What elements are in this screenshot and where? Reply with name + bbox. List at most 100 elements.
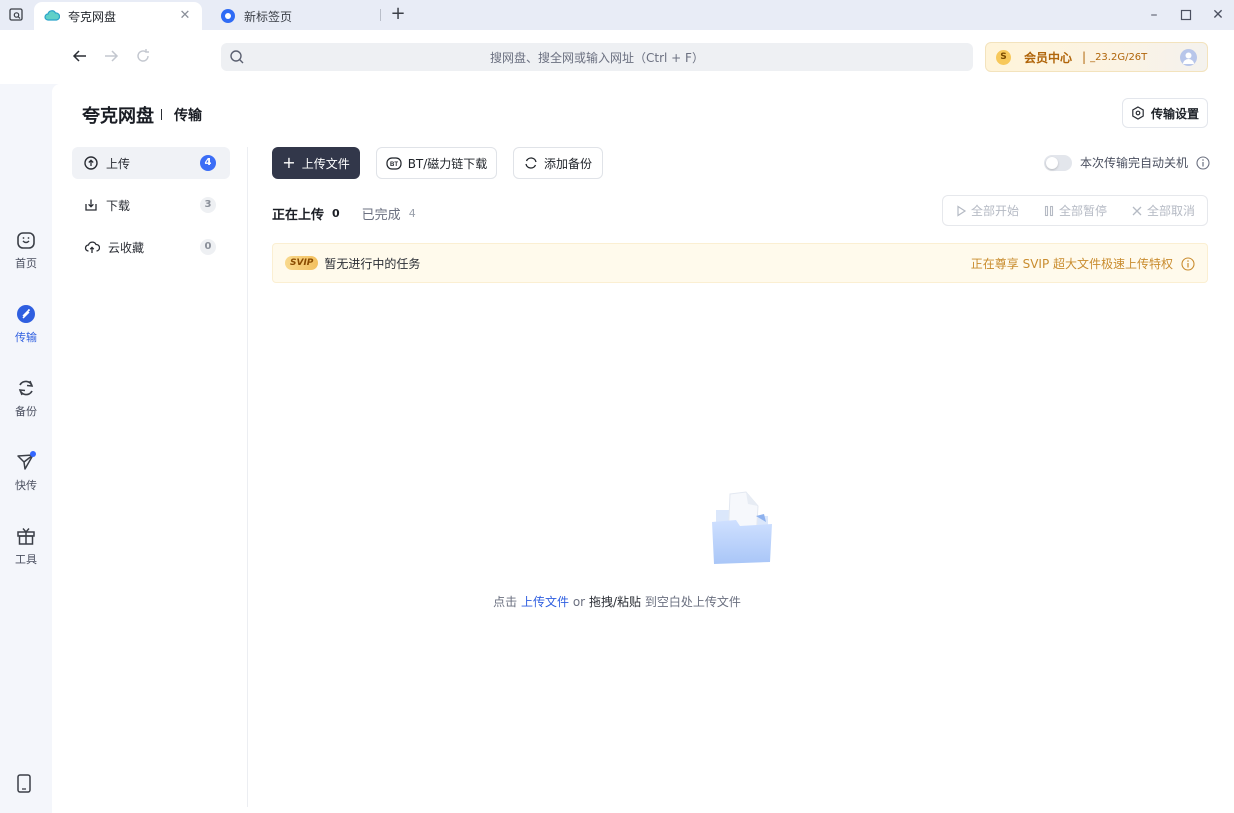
tab-separator xyxy=(380,9,381,21)
subnav-item-cloud-collect[interactable]: 云收藏 0 xyxy=(72,231,230,263)
tab-new-tab[interactable]: 新标签页 xyxy=(210,2,378,30)
start-all-label: 全部开始 xyxy=(970,204,1019,218)
cloud-logo-icon xyxy=(44,10,60,21)
tab-title: 夸克网盘 xyxy=(68,9,117,24)
quark-logo-icon xyxy=(221,9,235,23)
svip-privilege-text: 正在尊享 SVIP 超大文件极速上传特权 xyxy=(970,257,1173,271)
info-icon[interactable] xyxy=(1196,155,1210,170)
tab-search-icon xyxy=(9,8,23,21)
gift-box-icon xyxy=(17,528,35,545)
subnav-label: 上传 xyxy=(106,156,131,171)
subnav-label: 下载 xyxy=(106,198,131,213)
cloud-collect-count-badge: 0 xyxy=(200,239,216,255)
bulk-actions: 全部开始 全部暂停 全部取消 xyxy=(942,195,1208,226)
rail-item-home[interactable]: 首页 xyxy=(0,230,52,280)
auto-shutdown-label: 本次传输完自动关机 xyxy=(1080,156,1189,170)
svip-badge: SVIP xyxy=(285,256,319,270)
transfer-status-tabs: 正在上传 0 已完成 4 xyxy=(272,204,416,223)
auto-shutdown-toggle[interactable] xyxy=(1044,154,1072,171)
close-tab-icon[interactable]: ✕ xyxy=(178,9,192,23)
storage-usage: _23.2G/26T xyxy=(1090,51,1148,63)
arrow-left-icon xyxy=(72,50,86,62)
tab-title: 新标签页 xyxy=(244,9,293,24)
cancel-all-button[interactable]: 全部取消 xyxy=(1131,202,1195,219)
cancel-all-label: 全部取消 xyxy=(1146,204,1195,218)
svip-banner: SVIP 暂无进行中的任务 正在尊享 SVIP 超大文件极速上传特权 xyxy=(272,243,1208,283)
tab-count: 4 xyxy=(408,207,416,220)
plus-icon: + xyxy=(282,153,296,172)
address-bar[interactable]: 搜网盘、搜全网或输入网址（Ctrl + F） xyxy=(221,43,973,71)
hint-prefix: 点击 xyxy=(493,595,518,609)
subnav-label: 云收藏 xyxy=(108,240,145,255)
back-button[interactable] xyxy=(70,46,90,66)
pause-all-button[interactable]: 全部暂停 xyxy=(1043,202,1107,219)
upload-circle-icon xyxy=(84,156,98,170)
main-panel: 夸克网盘 传输 传输设置 上传 4 下载 3 云收藏 0 + 上传文件 BT B… xyxy=(52,84,1234,813)
transfer-settings-label: 传输设置 xyxy=(1150,106,1199,121)
hint-suffix: 到空白处上传文件 xyxy=(644,595,741,609)
vip-coin-icon: S xyxy=(996,50,1011,65)
transfer-icon xyxy=(17,305,35,323)
rail-item-transfer[interactable]: 传输 xyxy=(0,304,52,354)
left-rail: 首页 传输 备份 快传 工具 xyxy=(0,84,52,813)
hint-or: or xyxy=(572,595,586,609)
smile-face-icon xyxy=(17,232,35,249)
transfer-subnav: 上传 4 下载 3 云收藏 0 xyxy=(72,147,230,273)
start-all-button[interactable]: 全部开始 xyxy=(955,202,1019,219)
play-icon xyxy=(957,204,967,217)
empty-state-hint: 点击 上传文件 or 拖拽/粘贴 到空白处上传文件 xyxy=(0,593,1234,610)
bt-magnet-download-button[interactable]: BT BT/磁力链下载 xyxy=(376,147,497,179)
upload-file-button[interactable]: + 上传文件 xyxy=(272,147,360,179)
auto-shutdown-setting: 本次传输完自动关机 xyxy=(1044,154,1210,171)
bt-icon: BT xyxy=(386,157,402,170)
upload-file-link[interactable]: 上传文件 xyxy=(521,595,569,609)
minimize-icon[interactable]: – xyxy=(1146,6,1162,24)
cloud-upload-icon xyxy=(84,241,100,253)
rail-item-tools[interactable]: 工具 xyxy=(0,526,52,576)
forward-button[interactable] xyxy=(101,46,121,66)
download-count-badge: 3 xyxy=(200,197,216,213)
svip-privilege[interactable]: 正在尊享 SVIP 超大文件极速上传特权 xyxy=(971,255,1195,272)
tab-search-button[interactable] xyxy=(4,4,28,26)
pause-icon xyxy=(1044,205,1054,216)
close-icon xyxy=(1132,206,1142,215)
arrow-right-icon xyxy=(105,50,119,62)
info-icon xyxy=(1181,256,1195,271)
refresh-button[interactable] xyxy=(133,46,153,66)
browser-toolbar: 搜网盘、搜全网或输入网址（Ctrl + F） S 会员中心 | _23.2G/2… xyxy=(0,30,1234,84)
tab-count: 0 xyxy=(332,207,340,220)
tab-label: 已完成 xyxy=(361,208,401,223)
address-placeholder: 搜网盘、搜全网或输入网址（Ctrl + F） xyxy=(490,50,704,65)
tab-uploading[interactable]: 正在上传 0 xyxy=(272,204,340,223)
rail-label: 快传 xyxy=(15,479,37,492)
folder-icon xyxy=(712,491,772,564)
phone-icon xyxy=(17,774,31,793)
rail-item-quick-send[interactable]: 快传 xyxy=(0,451,52,502)
close-window-icon[interactable]: ✕ xyxy=(1210,6,1226,24)
add-backup-button[interactable]: 添加备份 xyxy=(513,147,603,179)
new-tab-button[interactable]: + xyxy=(388,5,408,25)
backup-sync-icon xyxy=(525,157,537,169)
subnav-divider xyxy=(247,147,248,807)
avatar[interactable] xyxy=(1180,49,1197,66)
svg-text:BT: BT xyxy=(390,162,398,168)
bt-download-label: BT/磁力链下载 xyxy=(407,156,488,171)
rail-item-backup[interactable]: 备份 xyxy=(0,378,52,428)
mobile-device-button[interactable] xyxy=(16,774,32,797)
refresh-icon xyxy=(137,49,149,62)
title-separator xyxy=(161,109,162,120)
add-backup-label: 添加备份 xyxy=(543,156,592,171)
tab-completed[interactable]: 已完成 4 xyxy=(362,204,416,223)
transfer-settings-button[interactable]: 传输设置 xyxy=(1122,98,1208,128)
upload-count-badge: 4 xyxy=(200,155,216,171)
no-task-text: 暂无进行中的任务 xyxy=(324,256,421,271)
download-tray-icon xyxy=(85,199,97,211)
maximize-icon[interactable] xyxy=(1178,6,1194,24)
subnav-item-upload[interactable]: 上传 4 xyxy=(72,147,230,179)
tab-quark-drive[interactable]: 夸克网盘 ✕ xyxy=(34,2,202,30)
section-title: 传输 xyxy=(174,108,202,124)
vip-center-button[interactable]: S 会员中心 | _23.2G/26T xyxy=(985,42,1208,72)
vip-separator: | xyxy=(1082,50,1087,64)
tab-bar: 夸克网盘 ✕ 新标签页 + – ✕ xyxy=(0,0,1234,30)
subnav-item-download[interactable]: 下载 3 xyxy=(72,189,230,221)
